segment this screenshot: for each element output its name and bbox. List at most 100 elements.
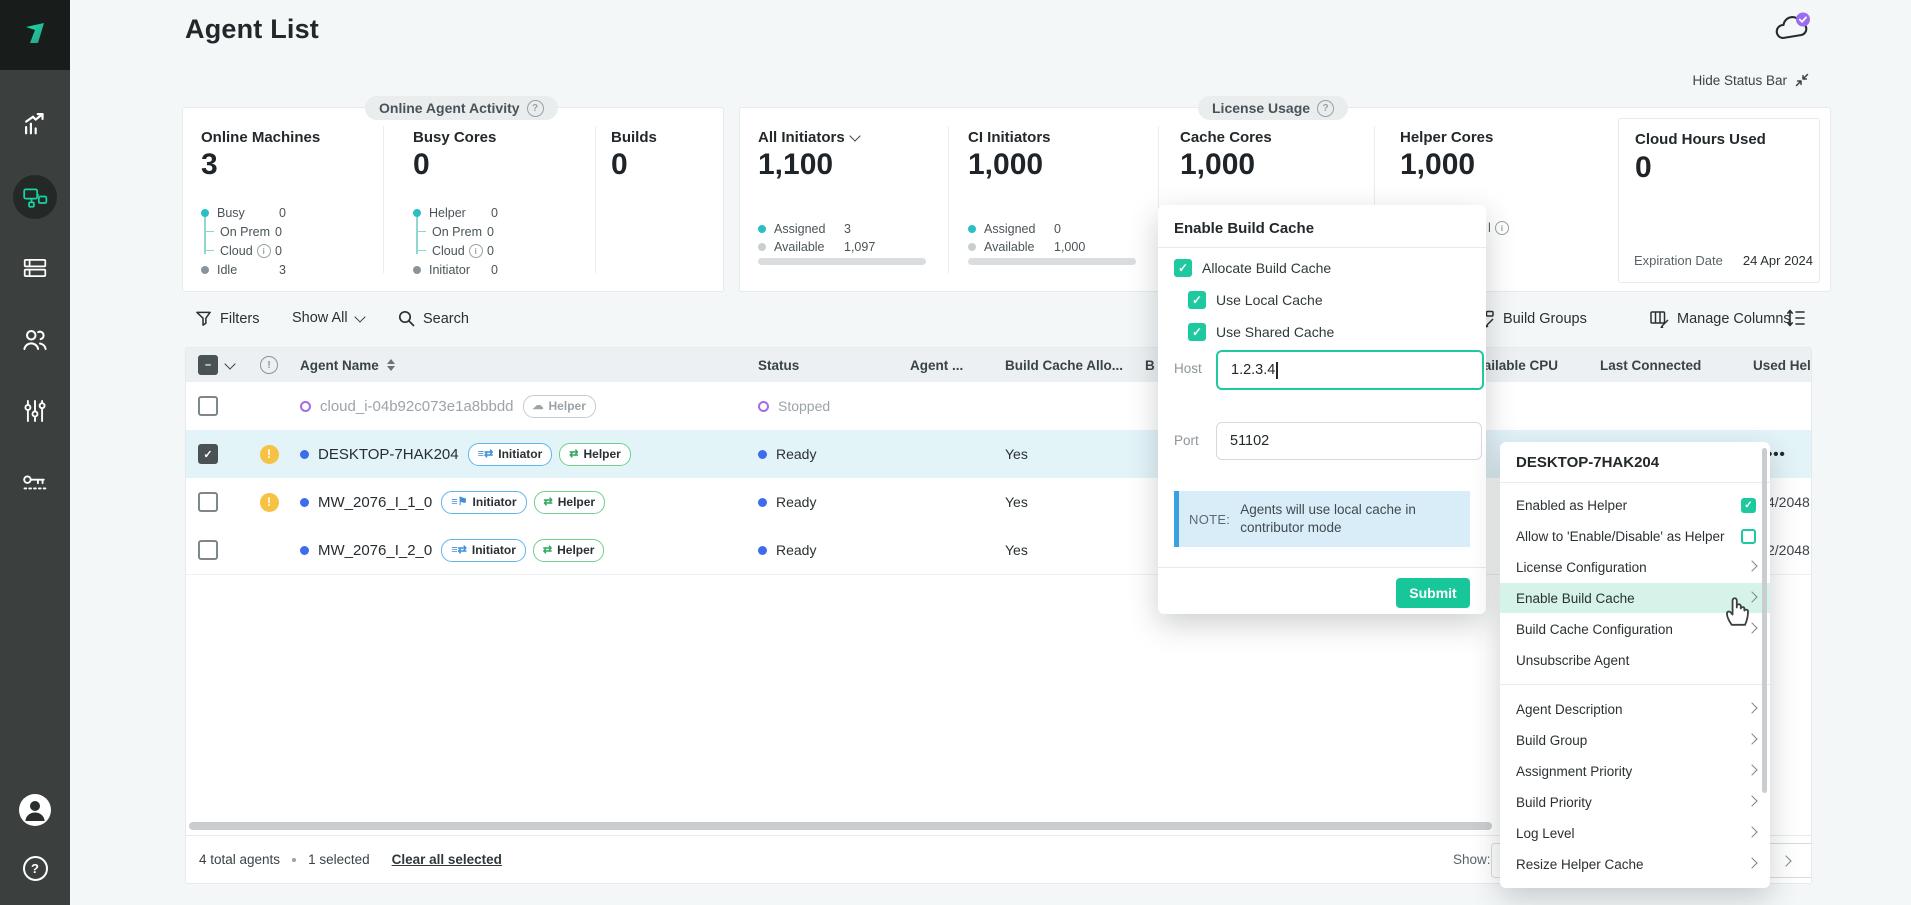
column-agent-name[interactable]: Agent Name — [288, 358, 746, 373]
row-checkbox[interactable] — [198, 396, 218, 416]
column-last-connected[interactable]: Last Connected — [1588, 358, 1741, 373]
checkbox-checked[interactable]: ✓ — [1188, 291, 1206, 309]
menu-item-allow-enable-disable[interactable]: Allow to 'Enable/Disable' as Helper — [1500, 521, 1770, 551]
agent-status-dot — [300, 450, 309, 459]
hide-status-bar-label: Hide Status Bar — [1692, 73, 1787, 88]
menu-item-assignment-priority[interactable]: Assignment Priority — [1500, 756, 1770, 786]
incredibuild-logo-icon — [18, 18, 52, 52]
row-height-button[interactable] — [1786, 308, 1806, 328]
help-tooltip-icon[interactable]: ? — [527, 100, 544, 117]
warning-icon[interactable]: ! — [260, 445, 279, 464]
column-agent-truncated[interactable]: Agent ... — [898, 358, 993, 373]
note-label: NOTE: — [1189, 512, 1230, 527]
cloud-status-indicator[interactable] — [1772, 12, 1814, 46]
agent-name: cloud_i-04b92c073e1a8bbdd — [320, 398, 514, 415]
divider — [1158, 247, 1486, 248]
horizontal-scrollbar[interactable] — [189, 822, 1492, 830]
available-dot — [758, 243, 766, 251]
info-icon[interactable]: i — [1495, 221, 1509, 235]
helper-badge: ☁ Helper — [523, 395, 596, 418]
search-button[interactable]: Search — [398, 310, 469, 327]
tree-label: Cloudi — [220, 244, 275, 258]
manage-columns-icon — [1650, 310, 1669, 328]
menu-scrollbar[interactable] — [1762, 448, 1767, 793]
select-all-checkbox[interactable]: – — [198, 355, 218, 375]
key-icon — [21, 470, 49, 494]
tree-value: 0 — [275, 244, 282, 258]
column-status[interactable]: Status — [746, 358, 898, 373]
port-input[interactable]: 51102 — [1216, 422, 1482, 460]
hide-status-bar-button[interactable]: Hide Status Bar — [1692, 72, 1810, 88]
sidebar-item-builds[interactable] — [0, 255, 70, 281]
text-caret — [1276, 362, 1277, 379]
menu-item-resize-helper-cache[interactable]: Resize Helper Cache — [1500, 849, 1770, 879]
submit-button[interactable]: Submit — [1396, 578, 1470, 608]
checkbox-checked[interactable]: ✓ — [1174, 259, 1192, 277]
tree-label: Helper — [429, 206, 491, 220]
initiator-badge: ≡⇄ Initiator — [441, 539, 526, 562]
status-dot — [758, 546, 767, 555]
filters-button[interactable]: Filters — [195, 310, 259, 327]
tree-label: Busy — [217, 206, 279, 220]
menu-item-enable-build-cache[interactable]: Enable Build Cache — [1500, 583, 1770, 613]
helper-sync-icon: ⇄ — [569, 449, 578, 460]
card-title: Builds — [611, 129, 657, 146]
use-local-cache-option[interactable]: ✓ Use Local Cache — [1188, 291, 1323, 309]
online-agent-activity-panel: Online Machines 3 Busy 0 On Prem 0 Cloud… — [182, 107, 724, 292]
row-checkbox[interactable] — [198, 492, 218, 512]
help-tooltip-icon[interactable]: ? — [1317, 100, 1334, 117]
table-header-row: – ! Agent Name Status Agent ... Build Ca… — [186, 348, 1811, 382]
sidebar-item-license[interactable] — [0, 470, 70, 494]
sidebar-item-settings[interactable] — [0, 398, 70, 424]
chevron-right-icon — [1746, 560, 1757, 571]
allocate-build-cache-option[interactable]: ✓ Allocate Build Cache — [1174, 259, 1331, 277]
sidebar-item-help[interactable]: ? — [0, 856, 70, 881]
checkbox-checked[interactable]: ✓ — [1741, 498, 1756, 513]
table-row[interactable]: cloud_i-04b92c073e1a8bbdd ☁ Helper Stopp… — [186, 382, 1811, 431]
sort-icon[interactable] — [387, 359, 395, 371]
manage-columns-button[interactable]: Manage Columns — [1650, 310, 1791, 328]
row-checkbox[interactable]: ✓ — [198, 444, 218, 464]
status-label: Ready — [776, 446, 816, 462]
builds-icon — [21, 255, 49, 281]
cell-value: Yes — [1005, 494, 1028, 510]
menu-item-build-priority[interactable]: Build Priority — [1500, 787, 1770, 817]
menu-item-log-level[interactable]: Log Level — [1500, 818, 1770, 848]
sidebar-item-users[interactable] — [0, 326, 70, 352]
host-input[interactable]: 1.2.3.4 — [1216, 350, 1484, 390]
info-icon[interactable]: i — [469, 244, 483, 258]
app-logo[interactable] — [0, 0, 70, 70]
use-shared-cache-option[interactable]: ✓ Use Shared Cache — [1188, 323, 1334, 341]
divider — [948, 126, 949, 273]
chevron-right-icon — [1746, 826, 1757, 837]
checkbox-unchecked[interactable] — [1741, 529, 1756, 544]
menu-item-enabled-as-helper[interactable]: Enabled as Helper ✓ — [1500, 490, 1770, 520]
menu-item-build-cache-configuration[interactable]: Build Cache Configuration — [1500, 614, 1770, 644]
info-icon[interactable]: i — [257, 244, 271, 258]
card-value: 1,000 — [1180, 148, 1255, 182]
menu-item-license-configuration[interactable]: License Configuration — [1500, 552, 1770, 582]
tree-label: Idle — [217, 263, 279, 277]
tree-value: 0 — [279, 206, 286, 220]
tree-value: 0 — [487, 225, 494, 239]
column-used-helper[interactable]: Used Helper Cache — [1741, 358, 1812, 373]
sidebar-item-dashboard[interactable] — [0, 110, 70, 136]
next-page-button[interactable] — [1782, 853, 1790, 868]
build-groups-button[interactable]: Build Groups — [1476, 310, 1587, 328]
sidebar-item-account[interactable] — [0, 794, 70, 826]
chevron-down-icon[interactable] — [849, 130, 860, 141]
menu-item-build-group[interactable]: Build Group — [1500, 725, 1770, 755]
checkbox-checked[interactable]: ✓ — [1188, 323, 1206, 341]
warning-icon[interactable]: ! — [260, 493, 279, 512]
column-build-cache-alloc[interactable]: Build Cache Allo... — [993, 358, 1133, 373]
online-machines-card: Online Machines 3 Busy 0 On Prem 0 Cloud… — [201, 108, 376, 291]
row-checkbox[interactable] — [198, 540, 218, 560]
clear-selected-link[interactable]: Clear all selected — [392, 852, 502, 867]
helper-badge: ⇄ Helper — [534, 491, 606, 514]
selection-menu-chevron-icon[interactable] — [224, 358, 235, 369]
sidebar-item-agents[interactable] — [0, 175, 70, 219]
sidebar: ? — [0, 0, 70, 905]
show-all-dropdown[interactable]: Show All — [292, 310, 364, 326]
menu-item-agent-description[interactable]: Agent Description — [1500, 694, 1770, 724]
menu-item-unsubscribe-agent[interactable]: Unsubscribe Agent — [1500, 645, 1770, 675]
